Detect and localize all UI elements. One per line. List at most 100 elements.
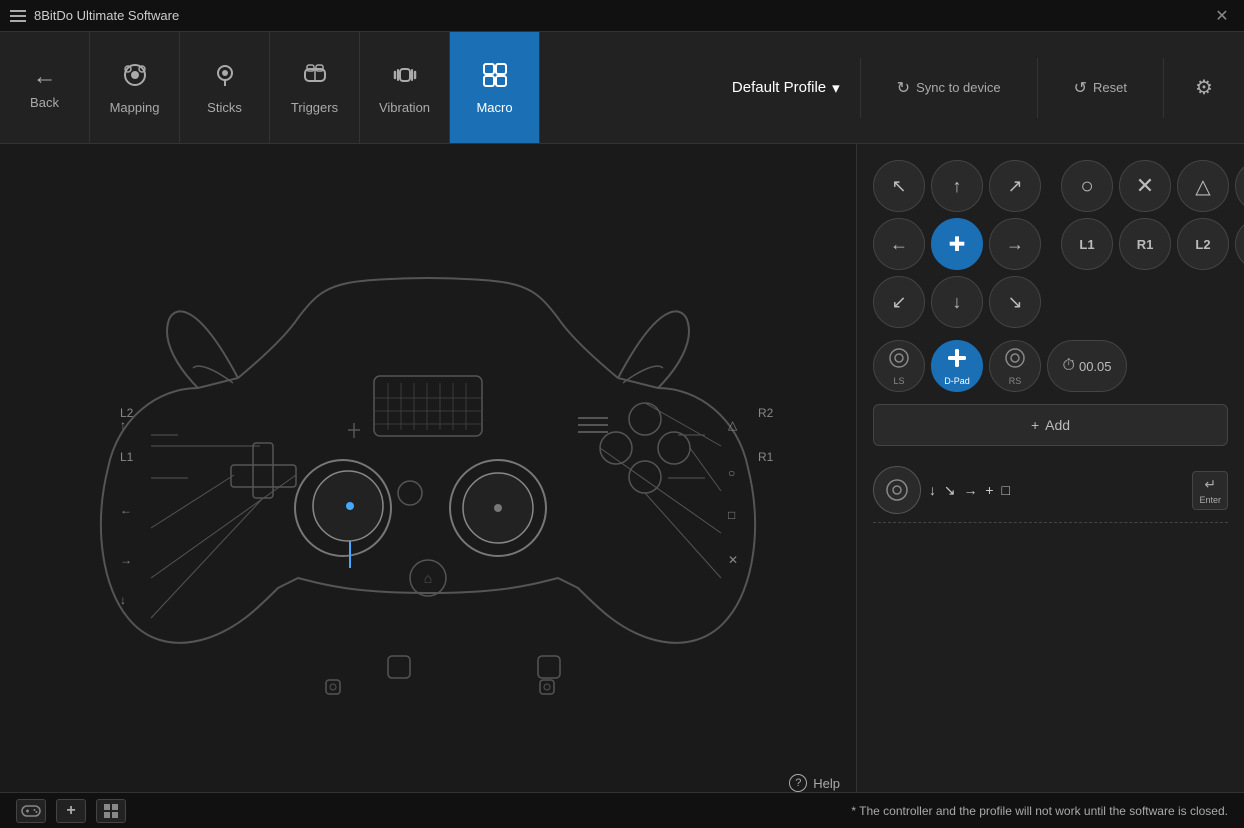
btn-dpad[interactable]: D-Pad [931, 340, 983, 392]
nav-item-mapping[interactable]: Mapping [90, 32, 180, 143]
sync-button[interactable]: ↻ Sync to device [881, 70, 1017, 106]
triggers-icon [301, 61, 329, 94]
profile-chevron: ▾ [832, 79, 840, 97]
dpad-left[interactable]: ← [873, 218, 925, 270]
nav-label-macro: Macro [476, 100, 512, 115]
btn-l2[interactable]: L2 [1177, 218, 1229, 270]
label-cross: ✕ [728, 553, 738, 567]
btn-circle-o[interactable]: ○ [1061, 160, 1113, 212]
btn-ls[interactable]: LS [873, 340, 925, 392]
reset-label: Reset [1093, 80, 1127, 95]
main-content: ⌂ [0, 144, 1244, 792]
timer-value: 00.05 [1079, 359, 1112, 374]
enter-arrow-icon: ↵ [1204, 476, 1216, 493]
dpad-stick-icon [946, 347, 968, 374]
vibration-icon [391, 61, 419, 94]
face-buttons-group: ○ ✕ △ □ L1 R1 L2 R2 [1061, 160, 1244, 328]
app-menu-icon[interactable] [10, 10, 26, 22]
dpad-right[interactable]: → [989, 218, 1041, 270]
timer-button[interactable]: ⏱ 00.05 [1047, 340, 1127, 392]
action-bar: Default Profile ▾ ↻ Sync to device ↺ Res… [540, 32, 1244, 143]
status-left: + [16, 799, 126, 823]
label-up: ↑ [120, 418, 126, 432]
nav-label-sticks: Sticks [207, 100, 242, 115]
nav-item-macro[interactable]: Macro [450, 32, 540, 143]
macro-seq-text: ↓ ↘ → + □ [929, 482, 1012, 499]
label-down: ↓ [120, 593, 126, 607]
dpad-grid: ↖ ↑ ↗ ← ✚ → ↙ ↓ ↘ [873, 160, 1041, 328]
mapping-icon [121, 61, 149, 94]
nav-item-back[interactable]: ← Back [0, 32, 90, 143]
nav-bar: ← Back Mapping Sticks [0, 32, 1244, 144]
dpad-group: ↖ ↑ ↗ ← ✚ → ↙ ↓ ↘ [873, 160, 1041, 328]
status-windows-icon[interactable] [96, 799, 126, 823]
label-rs [538, 678, 556, 699]
dpad-down[interactable]: ↓ [931, 276, 983, 328]
reset-icon: ↺ [1074, 78, 1087, 98]
face-buttons-grid: ○ ✕ △ □ L1 R1 L2 R2 [1061, 160, 1244, 270]
label-left: ← [120, 503, 132, 517]
status-gamepad-icon[interactable] [16, 799, 46, 823]
btn-rs[interactable]: RS [989, 340, 1041, 392]
nav-label-vibration: Vibration [379, 100, 430, 115]
nav-label-mapping: Mapping [110, 100, 160, 115]
btn-l1[interactable]: L1 [1061, 218, 1113, 270]
profile-selector[interactable]: Default Profile ▾ [732, 79, 840, 97]
nav-label-triggers: Triggers [291, 100, 338, 115]
sticks-icon [211, 61, 239, 94]
help-button[interactable]: ? Help [789, 774, 840, 792]
btn-triangle[interactable]: △ [1177, 160, 1229, 212]
profile-label: Default Profile [732, 79, 826, 96]
rs-icon [1004, 347, 1026, 374]
enter-label: Enter [1199, 495, 1221, 505]
help-label: Help [813, 776, 840, 791]
macro-trigger-icon[interactable] [873, 466, 921, 514]
sync-label: Sync to device [916, 80, 1001, 95]
ls-icon [888, 347, 910, 374]
nav-item-sticks[interactable]: Sticks [180, 32, 270, 143]
btn-square[interactable]: □ [1235, 160, 1244, 212]
label-right: → [120, 553, 132, 567]
label-ls [324, 678, 342, 699]
status-bar: + * The controller and the profile will … [0, 792, 1244, 828]
nav-item-triggers[interactable]: Triggers [270, 32, 360, 143]
help-icon: ? [789, 774, 807, 792]
nav-item-vibration[interactable]: Vibration [360, 32, 450, 143]
bottom-row-panel: LS D-Pad RS ⏱ 00.05 [873, 340, 1228, 392]
btn-r1[interactable]: R1 [1119, 218, 1171, 270]
label-circle: ○ [728, 466, 735, 480]
dpad-center[interactable]: ✚ [931, 218, 983, 270]
title-bar: 8BitDo Ultimate Software ✕ [0, 0, 1244, 32]
side-panel: ↖ ↑ ↗ ← ✚ → ↙ ↓ ↘ ○ ✕ [856, 144, 1244, 792]
back-icon: ← [33, 65, 57, 89]
settings-button[interactable]: ⚙ [1184, 68, 1224, 108]
sync-icon: ↻ [897, 78, 910, 98]
panel-buttons-area: ↖ ↑ ↗ ← ✚ → ↙ ↓ ↘ ○ ✕ [873, 160, 1228, 328]
svg-text:⌂: ⌂ [424, 570, 432, 586]
dpad-up[interactable]: ↑ [931, 160, 983, 212]
title-bar-left: 8BitDo Ultimate Software [10, 8, 179, 23]
close-button[interactable]: ✕ [1210, 4, 1234, 28]
add-button[interactable]: + Add [873, 404, 1228, 446]
btn-r2[interactable]: R2 [1235, 218, 1244, 270]
dpad-ur[interactable]: ↗ [989, 160, 1041, 212]
dpad-dl[interactable]: ↙ [873, 276, 925, 328]
dpad-btn-label: D-Pad [944, 376, 970, 386]
macro-enter-btn[interactable]: ↵ Enter [1192, 471, 1228, 510]
dpad-ul[interactable]: ↖ [873, 160, 925, 212]
reset-button[interactable]: ↺ Reset [1058, 70, 1143, 106]
controller-svg: ⌂ [78, 188, 778, 748]
add-icon: + [1031, 417, 1039, 433]
label-r1: R1 [758, 450, 773, 464]
controller-area: ⌂ [0, 144, 856, 792]
macro-sequence: ↓ ↘ → + □ ↵ Enter [873, 458, 1228, 523]
ls-label: LS [893, 376, 904, 386]
status-warning-text: * The controller and the profile will no… [851, 804, 1228, 818]
label-l1: L1 [120, 450, 133, 464]
status-add-icon[interactable]: + [56, 799, 86, 823]
dpad-dr[interactable]: ↘ [989, 276, 1041, 328]
label-square: □ [728, 508, 735, 522]
rs-label: RS [1009, 376, 1022, 386]
btn-cross[interactable]: ✕ [1119, 160, 1171, 212]
macro-icon [481, 61, 509, 94]
